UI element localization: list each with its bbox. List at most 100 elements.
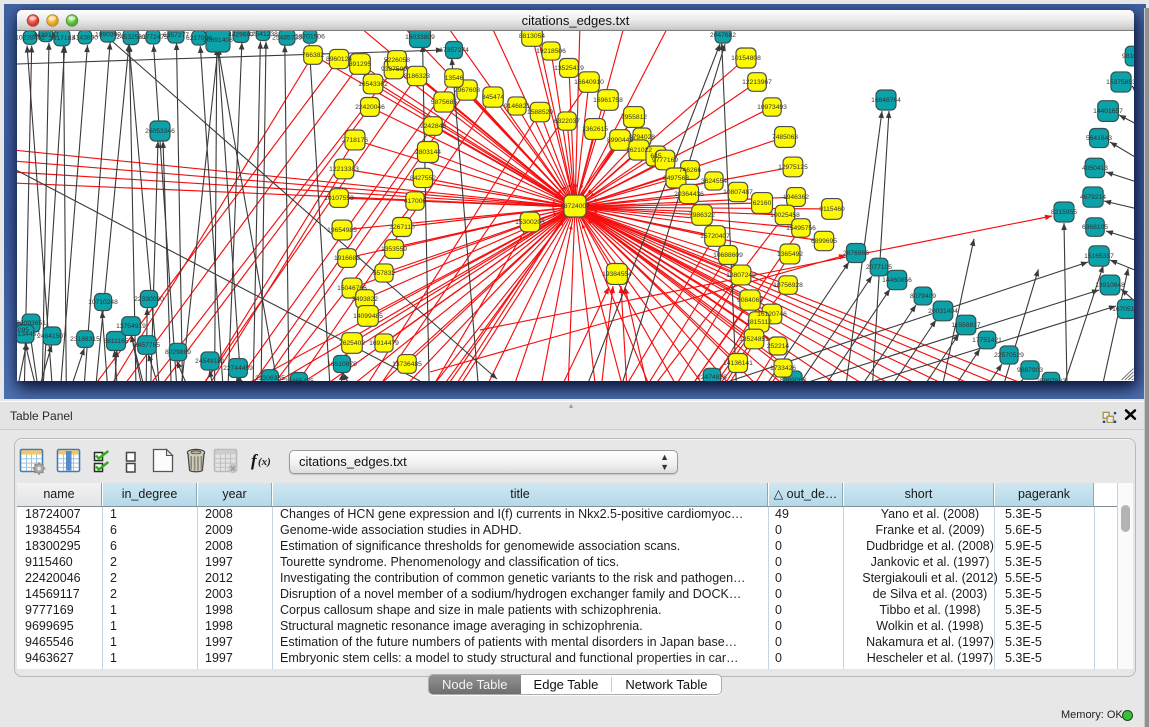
svg-text:13910648: 13910648 (1095, 282, 1125, 289)
svg-text:19654985: 19654985 (327, 227, 357, 234)
svg-text:16510878: 16510878 (327, 361, 357, 368)
svg-text:16543362: 16543362 (358, 81, 388, 88)
svg-text:14460856: 14460856 (882, 277, 912, 284)
svg-text:6368105: 6368105 (1082, 224, 1108, 231)
svg-text:10973493: 10973493 (757, 104, 787, 111)
svg-text:1946362: 1946362 (783, 194, 809, 201)
svg-text:13525419: 13525419 (554, 65, 584, 72)
svg-text:11558837: 11558837 (951, 322, 981, 329)
svg-text:5226058: 5226058 (384, 57, 410, 64)
svg-text:1916682: 1916682 (334, 255, 360, 262)
svg-text:22744459: 22744459 (223, 365, 253, 372)
svg-text:13754919: 13754919 (116, 323, 146, 330)
svg-text:2047682: 2047682 (710, 32, 736, 39)
svg-text:8427552: 8427552 (410, 175, 436, 182)
svg-text:10807487: 10807487 (723, 189, 753, 196)
svg-text:2718176: 2718176 (342, 137, 368, 144)
svg-text:9115460: 9115460 (819, 206, 845, 213)
svg-text:557832: 557832 (373, 270, 396, 277)
svg-text:7485063: 7485063 (772, 134, 798, 141)
svg-text:(x): (x) (258, 456, 271, 468)
svg-text:22093651: 22093651 (17, 320, 46, 327)
svg-text:6322037: 6322037 (554, 118, 580, 125)
svg-text:8215955: 8215955 (1051, 209, 1077, 216)
svg-text:6497568: 6497568 (663, 175, 689, 182)
svg-text:12213383: 12213383 (329, 166, 359, 173)
svg-text:12213967: 12213967 (742, 79, 772, 86)
svg-text:4679214: 4679214 (1080, 194, 1106, 201)
svg-text:1733426: 1733426 (770, 365, 796, 372)
svg-text:10107553: 10107553 (324, 195, 354, 202)
svg-text:9146821: 9146821 (504, 103, 530, 110)
svg-text:19218506: 19218506 (536, 48, 566, 55)
svg-text:3267110: 3267110 (389, 224, 415, 231)
svg-text:26053346: 26053346 (145, 128, 175, 135)
svg-text:18807249: 18807249 (726, 272, 756, 279)
svg-text:13524851: 13524851 (739, 336, 769, 343)
svg-text:19384554: 19384554 (602, 271, 632, 278)
svg-text:25465435: 25465435 (284, 378, 314, 381)
svg-text:17357274: 17357274 (439, 47, 469, 54)
svg-text:14099485: 14099485 (353, 313, 383, 320)
svg-text:8079409: 8079409 (910, 293, 936, 300)
svg-text:16120746: 16120746 (757, 311, 787, 318)
svg-text:845474: 845474 (482, 94, 505, 101)
svg-text:16640910: 16640910 (574, 79, 604, 86)
svg-text:9084067: 9084067 (737, 297, 763, 304)
svg-text:24549181: 24549181 (195, 358, 225, 365)
svg-text:9816145: 9816145 (1122, 53, 1134, 60)
svg-text:8811165: 8811165 (103, 338, 128, 345)
svg-text:3624554: 3624554 (701, 178, 727, 185)
svg-text:13701506: 13701506 (295, 33, 325, 40)
svg-text:1353559: 1353559 (381, 246, 407, 253)
svg-text:2967608: 2967608 (454, 87, 480, 94)
svg-text:1815112: 1815112 (746, 319, 772, 326)
svg-text:16705148: 16705148 (1112, 306, 1134, 313)
svg-text:1621022: 1621022 (626, 147, 652, 154)
svg-text:22330030: 22330030 (134, 296, 164, 303)
svg-text:6899695: 6899695 (811, 238, 837, 245)
svg-text:2876966: 2876966 (843, 250, 869, 257)
svg-text:1362615: 1362615 (582, 126, 608, 133)
svg-text:1365492: 1365492 (777, 251, 803, 258)
svg-text:1588520: 1588520 (527, 109, 553, 116)
svg-text:10025458: 10025458 (770, 212, 800, 219)
svg-text:15375853: 15375853 (1106, 79, 1134, 86)
svg-text:20364436: 20364436 (674, 191, 704, 198)
svg-text:22474828: 22474828 (697, 374, 727, 381)
svg-text:15300203: 15300203 (515, 219, 545, 226)
svg-text:15046766: 15046766 (337, 285, 367, 292)
svg-text:18724007: 18724007 (560, 203, 590, 210)
svg-text:9242848: 9242848 (420, 123, 446, 130)
svg-text:8813054: 8813054 (519, 33, 545, 40)
svg-text:14401657: 14401657 (1093, 108, 1123, 115)
svg-text:8369062: 8369062 (780, 377, 806, 381)
svg-text:8960124: 8960124 (326, 56, 352, 63)
svg-text:17751421: 17751421 (972, 337, 1002, 344)
svg-text:16033809: 16033809 (405, 34, 435, 41)
svg-text:13736485: 13736485 (392, 361, 422, 368)
svg-text:4050413: 4050413 (1082, 165, 1108, 172)
svg-text:15495756: 15495756 (786, 225, 816, 232)
svg-text:8029889: 8029889 (165, 349, 191, 356)
svg-text:746266: 746266 (679, 167, 702, 174)
svg-text:22306335: 22306335 (255, 375, 285, 381)
svg-text:2077105: 2077105 (866, 264, 892, 271)
svg-text:417006: 417006 (404, 198, 427, 205)
svg-text:10710248: 10710248 (88, 299, 118, 306)
svg-text:10154808: 10154808 (731, 55, 761, 62)
svg-text:7986322: 7986322 (689, 212, 715, 219)
svg-text:252214: 252214 (767, 343, 790, 350)
svg-text:15720407: 15720407 (700, 233, 730, 240)
svg-text:22420046: 22420046 (355, 104, 385, 111)
svg-text:25997682: 25997682 (1036, 378, 1066, 381)
svg-text:14136141: 14136141 (723, 360, 753, 367)
svg-text:13546: 13546 (445, 75, 464, 82)
svg-text:16961758: 16961758 (593, 97, 623, 104)
svg-text:5641643: 5641643 (1086, 135, 1112, 142)
svg-text:23188315: 23188315 (70, 336, 100, 343)
svg-text:16648764: 16648764 (871, 97, 901, 104)
svg-text:7955812: 7955812 (621, 114, 647, 121)
svg-text:6457765: 6457765 (134, 342, 160, 349)
svg-text:5875685: 5875685 (431, 99, 457, 106)
